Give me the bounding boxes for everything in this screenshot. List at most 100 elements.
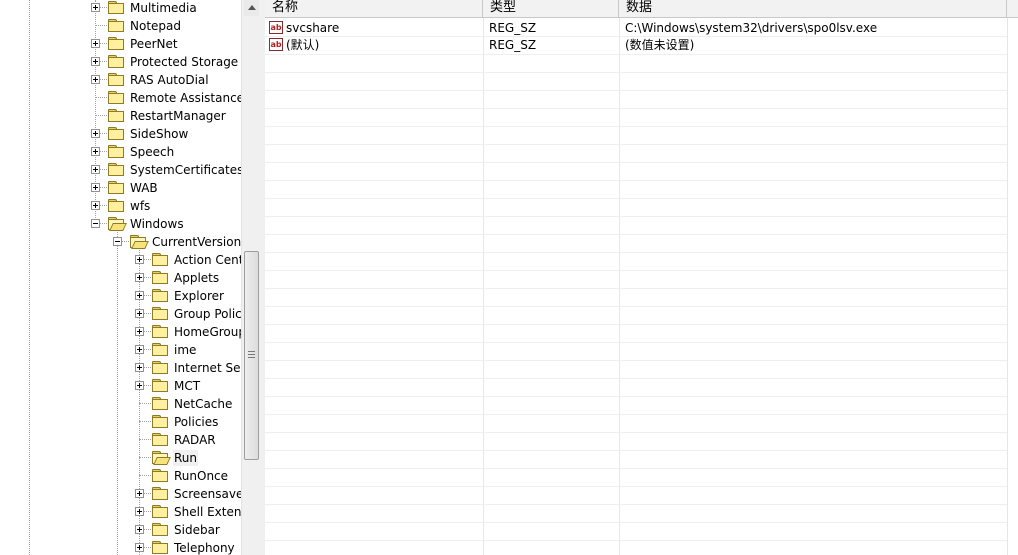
tree-item-label[interactable]: Sidebar	[173, 522, 221, 538]
tree-item-label[interactable]: Action Cent	[173, 252, 241, 268]
folder-icon	[108, 163, 124, 176]
expand-icon[interactable]	[135, 309, 144, 318]
folder-icon	[108, 91, 124, 104]
column-header-data[interactable]: 数据	[619, 0, 1007, 17]
expand-icon[interactable]	[91, 39, 100, 48]
tree-guide-line	[139, 475, 151, 476]
tree-item-label[interactable]: MCT	[173, 378, 201, 394]
tree-item-label[interactable]: Shell Extens	[173, 504, 241, 520]
expand-icon[interactable]	[91, 129, 100, 138]
value-name[interactable]: (默认)	[286, 37, 319, 53]
row-divider	[265, 450, 1007, 451]
tree-item-label[interactable]: ime	[173, 342, 197, 358]
tree-item-label[interactable]: Protected Storage S	[129, 54, 241, 70]
tree-guide-line	[29, 0, 30, 555]
registry-values-list[interactable]: 名称 类型 数据 svcshare REG_SZ C:\Windows\syst…	[265, 0, 1018, 555]
row-divider	[265, 108, 1007, 109]
tree-item-label[interactable]: SideShow	[129, 126, 189, 142]
column-divider	[619, 18, 620, 555]
expand-icon[interactable]	[91, 75, 100, 84]
expand-icon[interactable]	[91, 147, 100, 156]
tree-item-label[interactable]: WAB	[129, 180, 159, 196]
collapse-icon[interactable]	[91, 219, 100, 228]
expand-icon[interactable]	[135, 543, 144, 552]
tree-item-label[interactable]: RADAR	[173, 432, 217, 448]
row-divider	[265, 270, 1007, 271]
tree-item-label[interactable]: CurrentVersion	[151, 234, 241, 250]
value-data: (数值未设置)	[625, 38, 695, 52]
expand-icon[interactable]	[135, 507, 144, 516]
tree-guide-line	[95, 115, 107, 116]
tree-item-label[interactable]: RAS AutoDial	[129, 72, 210, 88]
tree-guide-line	[139, 457, 151, 458]
scrollbar-thumb[interactable]	[244, 251, 259, 460]
row-divider	[265, 180, 1007, 181]
expand-icon[interactable]	[91, 3, 100, 12]
tree-item-label[interactable]: PeerNet	[129, 36, 179, 52]
row-divider	[265, 72, 1007, 73]
folder-icon	[152, 469, 168, 482]
row-divider	[265, 324, 1007, 325]
tree-item-label[interactable]: Telephony	[173, 540, 236, 555]
expand-icon[interactable]	[135, 327, 144, 336]
tree-item-label[interactable]: Windows	[129, 216, 185, 232]
open-folder-icon	[130, 235, 149, 249]
expand-icon[interactable]	[91, 165, 100, 174]
column-header-name[interactable]: 名称	[265, 0, 483, 17]
tree-item-label[interactable]: NetCache	[173, 396, 233, 412]
tree-item-label[interactable]: SystemCertificates	[129, 162, 241, 178]
expand-icon[interactable]	[135, 525, 144, 534]
column-header-type[interactable]: 类型	[483, 0, 619, 17]
expand-icon[interactable]	[135, 291, 144, 300]
scroll-up-arrow-icon[interactable]	[244, 0, 259, 16]
folder-icon	[152, 307, 168, 320]
folder-icon	[108, 1, 124, 14]
tree-guide-line	[117, 229, 118, 555]
tree-guide-line	[139, 439, 151, 440]
tree-item-label[interactable]: RestartManager	[129, 108, 227, 124]
tree-guide-line	[139, 403, 151, 404]
row-divider	[265, 90, 1007, 91]
registry-key-tree[interactable]: Multimedia Notepad PeerNet Protected Sto…	[0, 0, 241, 555]
tree-item-label[interactable]: Remote Assistance	[129, 90, 241, 106]
expand-icon[interactable]	[135, 273, 144, 282]
tree-item-label[interactable]: Screensave	[173, 486, 241, 502]
expand-icon[interactable]	[135, 381, 144, 390]
tree-item-label[interactable]: Speech	[129, 144, 175, 160]
row-divider	[265, 342, 1007, 343]
expand-icon[interactable]	[135, 489, 144, 498]
value-data: C:\Windows\system32\drivers\spo0lsv.exe	[625, 21, 878, 35]
open-folder-icon	[108, 217, 127, 231]
expand-icon[interactable]	[91, 57, 100, 66]
tree-item-label[interactable]: Notepad	[129, 18, 182, 34]
value-type: REG_SZ	[489, 38, 537, 52]
expand-icon[interactable]	[91, 201, 100, 210]
expand-icon[interactable]	[91, 183, 100, 192]
value-name[interactable]: svcshare	[286, 20, 339, 36]
folder-icon	[108, 19, 124, 32]
folder-icon	[152, 433, 168, 446]
tree-scrollbar[interactable]	[241, 0, 261, 555]
folder-icon	[108, 199, 124, 212]
folder-icon	[108, 181, 124, 194]
tree-item-label[interactable]: Applets	[173, 270, 220, 286]
expand-icon[interactable]	[135, 363, 144, 372]
expand-icon[interactable]	[135, 345, 144, 354]
tree-item-label[interactable]: Run	[173, 450, 199, 466]
expand-icon[interactable]	[135, 255, 144, 264]
tree-item-label[interactable]: wfs	[129, 198, 151, 214]
tree-item-label[interactable]: RunOnce	[173, 468, 229, 484]
collapse-icon[interactable]	[113, 237, 122, 246]
tree-item-label[interactable]: Internet Se	[173, 360, 241, 376]
row-divider	[265, 216, 1007, 217]
tree-item-label[interactable]: HomeGroup	[173, 324, 241, 340]
row-divider	[265, 360, 1007, 361]
row-divider	[265, 504, 1007, 505]
value-type: REG_SZ	[489, 21, 537, 35]
tree-item-label[interactable]: Multimedia	[129, 0, 198, 16]
tree-item-label[interactable]: Explorer	[173, 288, 225, 304]
tree-item-label[interactable]: Policies	[173, 414, 219, 430]
string-value-icon	[269, 21, 283, 34]
row-divider	[265, 306, 1007, 307]
tree-item-label[interactable]: Group Polic	[173, 306, 241, 322]
